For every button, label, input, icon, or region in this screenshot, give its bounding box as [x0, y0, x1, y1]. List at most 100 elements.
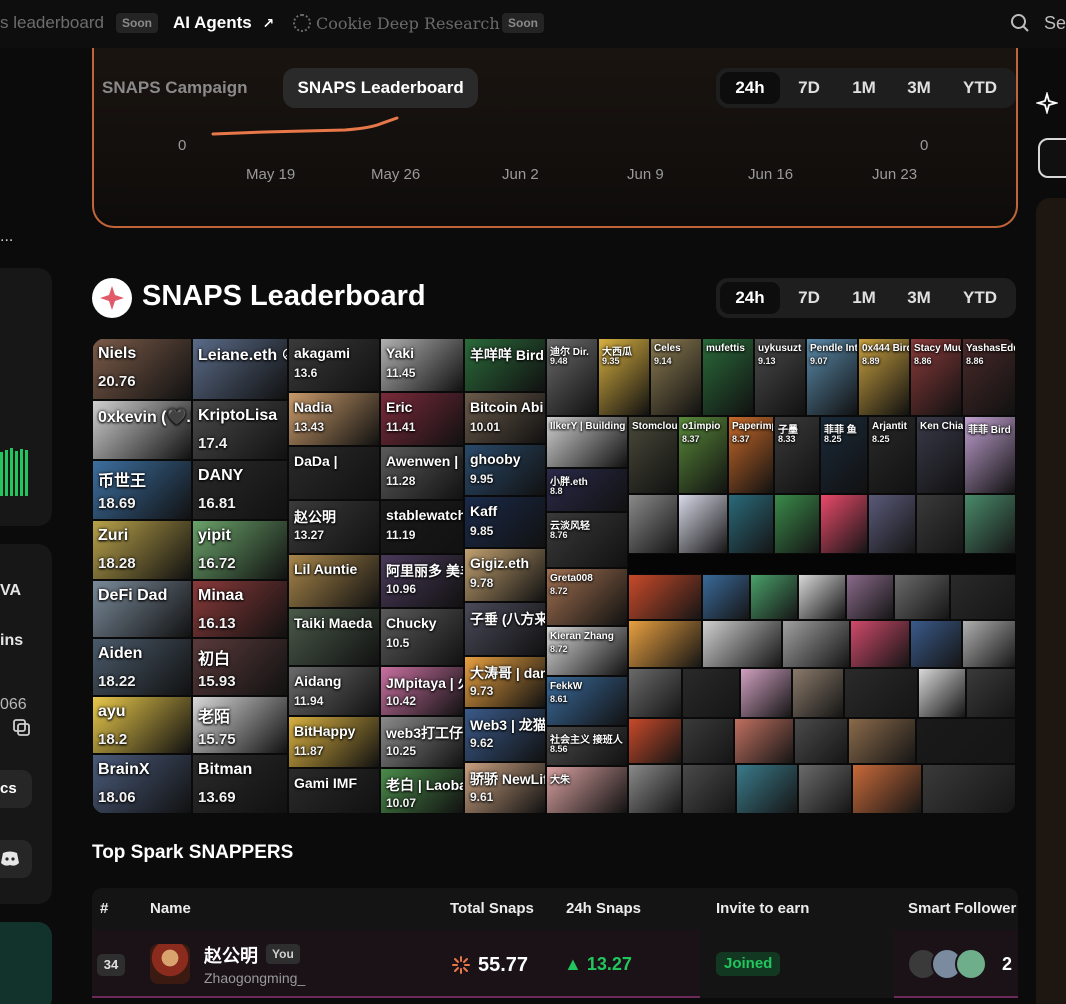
leaderboard-tile[interactable]: o1impio 8.37: [678, 416, 728, 494]
leaderboard-tile[interactable]: ghooby 9.95: [464, 444, 546, 496]
leaderboard-avatar-tile[interactable]: [750, 574, 798, 620]
range-24h[interactable]: 24h: [720, 72, 780, 104]
leaderboard-tile[interactable]: Greta008 8.72: [546, 568, 628, 626]
discord-button[interactable]: [0, 840, 32, 878]
leaderboard-avatar-tile[interactable]: [962, 620, 1016, 668]
leaderboard-avatar-tile[interactable]: [848, 718, 916, 764]
lb-range-3m[interactable]: 3M: [890, 282, 948, 314]
leaderboard-tile[interactable]: 0xkevin (🖤.💙): [92, 400, 192, 460]
leaderboard-tile[interactable]: BrainX 18.06: [92, 754, 192, 814]
range-7d[interactable]: 7D: [780, 72, 838, 104]
leaderboard-avatar-tile[interactable]: [798, 764, 852, 814]
leaderboard-tile[interactable]: Zuri 18.28: [92, 520, 192, 580]
range-3m[interactable]: 3M: [890, 72, 948, 104]
leaderboard-avatar-tile[interactable]: [736, 764, 798, 814]
leaderboard-avatar-tile[interactable]: [798, 574, 846, 620]
leaderboard-tile[interactable]: akagami 13.6: [288, 338, 380, 392]
leaderboard-tile[interactable]: web3打工仔 10.25: [380, 716, 464, 768]
leaderboard-tile[interactable]: DeFi Dad: [92, 580, 192, 638]
nav-ai-agents-link[interactable]: AI Agents ↗: [173, 13, 274, 33]
leaderboard-tile[interactable]: BitHappy 11.87: [288, 716, 380, 768]
leaderboard-avatar-tile[interactable]: [850, 620, 910, 668]
leaderboard-tile[interactable]: 子垂 (八方来财版: [464, 602, 546, 656]
leaderboard-tile[interactable]: DaDa |: [288, 446, 380, 500]
leaderboard-avatar-tile[interactable]: [792, 668, 844, 718]
leaderboard-tile[interactable]: 大西瓜 9.35: [598, 338, 650, 416]
leaderboard-tile[interactable]: Ken Chia Pendle: [916, 416, 964, 494]
copy-icon[interactable]: [12, 718, 32, 738]
leaderboard-tile[interactable]: Gigiz.eth 9.78: [464, 548, 546, 602]
leaderboard-tile[interactable]: Eric 11.41: [380, 392, 464, 446]
leaderboard-tile[interactable]: 羊咩咩 Bird: [464, 338, 546, 392]
nav-deep-research-link[interactable]: Cookie Deep Research: [316, 14, 500, 33]
leaderboard-avatar-tile[interactable]: [794, 718, 848, 764]
lb-range-1m[interactable]: 1M: [838, 282, 890, 314]
leaderboard-avatar-tile[interactable]: [918, 668, 966, 718]
leaderboard-tile[interactable]: 币世王 18.69: [92, 460, 192, 520]
leaderboard-avatar-tile[interactable]: [852, 764, 922, 814]
left-pill-button[interactable]: cs: [0, 770, 32, 808]
leaderboard-avatar-tile[interactable]: [628, 574, 702, 620]
leaderboard-avatar-tile[interactable]: [820, 494, 868, 554]
search-partial-label[interactable]: Se: [1044, 13, 1066, 34]
leaderboard-avatar-tile[interactable]: [964, 494, 1016, 554]
leaderboard-tile[interactable]: Minaa 16.13: [192, 580, 288, 638]
range-ytd[interactable]: YTD: [948, 72, 1012, 104]
leaderboard-tile[interactable]: 社会主义 接班人 8.56: [546, 726, 628, 766]
leaderboard-avatar-tile[interactable]: [916, 494, 964, 554]
leaderboard-tile[interactable]: Lil Auntie: [288, 554, 380, 608]
leaderboard-tile[interactable]: FekkW 8.61: [546, 676, 628, 726]
leaderboard-tile[interactable]: Pendle Intern 9.07: [806, 338, 858, 416]
lb-range-24h[interactable]: 24h: [720, 282, 780, 314]
nav-leaderboard-link[interactable]: s leaderboard: [0, 13, 104, 33]
leaderboard-tile[interactable]: Awenwen | Bird 11.28: [380, 446, 464, 500]
leaderboard-avatar-tile[interactable]: [894, 574, 950, 620]
leaderboard-tile[interactable]: 云淡风轻 8.76: [546, 512, 628, 568]
leaderboard-tile[interactable]: Arjantit 8.25: [868, 416, 916, 494]
leaderboard-tile[interactable]: Niels 20.76: [92, 338, 192, 400]
leaderboard-avatar-tile[interactable]: [950, 574, 1016, 620]
leaderboard-tile[interactable]: Taiki Maeda: [288, 608, 380, 666]
leaderboard-avatar-tile[interactable]: [702, 574, 750, 620]
leaderboard-tile[interactable]: ayu 18.2: [92, 696, 192, 754]
right-input-box[interactable]: [1038, 138, 1066, 178]
leaderboard-tile[interactable]: stablewatch 11.19: [380, 500, 464, 554]
leaderboard-tile[interactable]: uykusuzt 9.13: [754, 338, 806, 416]
leaderboard-tile[interactable]: Aiden 18.22: [92, 638, 192, 696]
leaderboard-tile[interactable]: 大朱: [546, 766, 628, 814]
leaderboard-tile[interactable]: Kaff 9.85: [464, 496, 546, 548]
leaderboard-tile[interactable]: Nadia 13.43: [288, 392, 380, 446]
smart-follower-avatars[interactable]: [907, 948, 1007, 980]
leaderboard-tile[interactable]: 骄骄 NewLife 9.61: [464, 762, 546, 814]
leaderboard-avatar-tile[interactable]: [682, 718, 734, 764]
range-1m[interactable]: 1M: [838, 72, 890, 104]
leaderboard-tile[interactable]: 小胖.eth 8.8: [546, 468, 628, 512]
col-smart-follower[interactable]: Smart Follower: [908, 900, 1016, 917]
leaderboard-tile[interactable]: YashasEdu 8.86: [962, 338, 1016, 416]
leaderboard-tile[interactable]: Web3 | 龙猫 9.62: [464, 708, 546, 762]
leaderboard-tile[interactable]: 菲菲 Bird: [964, 416, 1016, 494]
leaderboard-tile[interactable]: Celes 9.14: [650, 338, 702, 416]
leaderboard-tile[interactable]: Bitcoin Abi 10.01: [464, 392, 546, 444]
leaderboard-tile[interactable]: DANY 16.81: [192, 460, 288, 520]
leaderboard-avatar-tile[interactable]: [740, 668, 792, 718]
leaderboard-tile[interactable]: mufettis: [702, 338, 754, 416]
leaderboard-tile[interactable]: Paperimpera 8.37: [728, 416, 774, 494]
table-row[interactable]: 34 赵公明 You Zhaogongming_ 55.77 ▲ 13.27 J…: [92, 930, 1018, 998]
leaderboard-avatar-tile[interactable]: [682, 668, 740, 718]
leaderboard-tile[interactable]: 老白 | Laobai 10.07: [380, 768, 464, 814]
sparkle-icon[interactable]: [1036, 92, 1058, 114]
leaderboard-tile[interactable]: 菲菲 鱼 8.25: [820, 416, 868, 494]
leaderboard-avatar-tile[interactable]: [728, 494, 774, 554]
leaderboard-avatar-tile[interactable]: [910, 620, 962, 668]
leaderboard-tile[interactable]: Aidang 11.94: [288, 666, 380, 716]
col-24h-snaps[interactable]: 24h Snaps: [566, 900, 641, 917]
leaderboard-tile[interactable]: 0x444 Bird 8.89: [858, 338, 910, 416]
leaderboard-avatar-tile[interactable]: [702, 620, 782, 668]
leaderboard-avatar-tile[interactable]: [628, 668, 682, 718]
leaderboard-tile[interactable]: Stomcloud: [628, 416, 678, 494]
leaderboard-tile[interactable]: JMpitaya | 火龙果 10.42: [380, 666, 464, 716]
leaderboard-avatar-tile[interactable]: [628, 718, 682, 764]
leaderboard-tile[interactable]: Leiane.eth ☮: [192, 338, 288, 400]
leaderboard-avatar-tile[interactable]: [628, 494, 678, 554]
